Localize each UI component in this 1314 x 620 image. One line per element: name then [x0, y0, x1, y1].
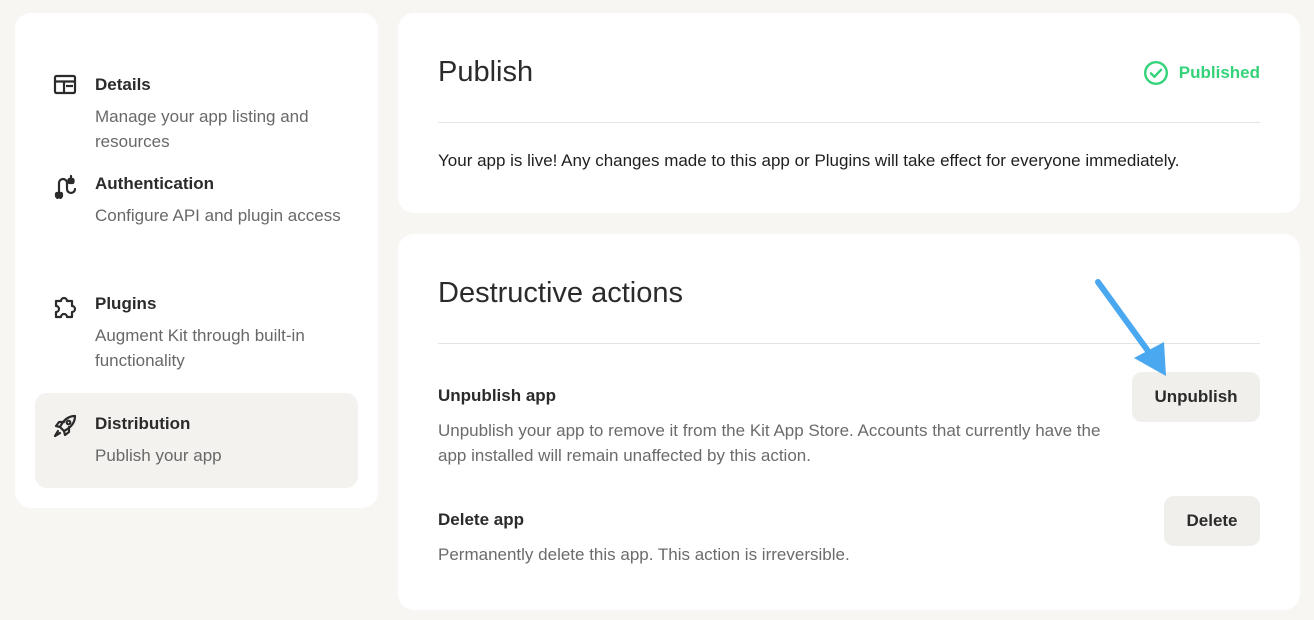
sidebar-item-description: Augment Kit through built-in functionali… — [95, 326, 305, 370]
sidebar-item-description: Configure API and plugin access — [95, 206, 341, 225]
unpublish-app-text: Unpublish app Unpublish your app to remo… — [438, 384, 1118, 468]
status-label: Published — [1178, 62, 1260, 82]
sidebar-item-details[interactable]: Details Manage your app listing and reso… — [35, 33, 358, 153]
plug-cable-icon — [51, 173, 79, 201]
unpublish-app-description: Unpublish your app to remove it from the… — [438, 421, 1101, 465]
sidebar-item-authentication[interactable]: Authentication Configure API and plugin … — [35, 153, 358, 248]
sidebar-item-title: Details — [95, 75, 151, 94]
destructive-actions-card: Destructive actions Unpublish app Unpubl… — [398, 234, 1300, 610]
published-status-badge: Published — [1143, 60, 1260, 86]
delete-app-title: Delete app — [438, 510, 524, 529]
sidebar-item-description: Publish your app — [95, 446, 222, 465]
delete-app-text: Delete app Permanently delete this app. … — [438, 508, 1118, 567]
sidebar-item-distribution[interactable]: Distribution Publish your app — [35, 393, 358, 488]
publish-title: Publish — [438, 56, 534, 88]
app-settings-page: Details Manage your app listing and reso… — [0, 0, 1314, 620]
sidebar-item-description: Manage your app listing and resources — [95, 107, 309, 151]
delete-app-row: Delete app Permanently delete this app. … — [438, 496, 1260, 567]
unpublish-app-row: Unpublish app Unpublish your app to remo… — [438, 372, 1260, 468]
sidebar-item-plugins[interactable]: Plugins Augment Kit through built-in fun… — [35, 273, 358, 370]
sidebar-item-title: Authentication — [95, 174, 214, 193]
puzzle-icon — [51, 293, 79, 321]
rocket-icon — [51, 413, 79, 441]
sidebar-item-title: Plugins — [95, 294, 157, 313]
publish-message: Your app is live! Any changes made to th… — [438, 151, 1180, 170]
settings-sidebar: Details Manage your app listing and reso… — [15, 13, 378, 508]
check-circle-icon — [1143, 60, 1168, 85]
unpublish-button[interactable]: Unpublish — [1132, 372, 1260, 422]
unpublish-app-title: Unpublish app — [438, 386, 557, 405]
layout-icon — [51, 74, 79, 102]
destructive-actions-title: Destructive actions — [438, 277, 683, 309]
sidebar-item-title: Distribution — [95, 414, 191, 433]
publish-card: Publish Published Your app is live! Any … — [398, 13, 1300, 213]
delete-app-description: Permanently delete this app. This action… — [438, 545, 850, 564]
destructive-card-header: Destructive actions — [438, 234, 1260, 344]
delete-button[interactable]: Delete — [1164, 496, 1260, 546]
publish-card-header: Publish Published — [438, 13, 1260, 123]
